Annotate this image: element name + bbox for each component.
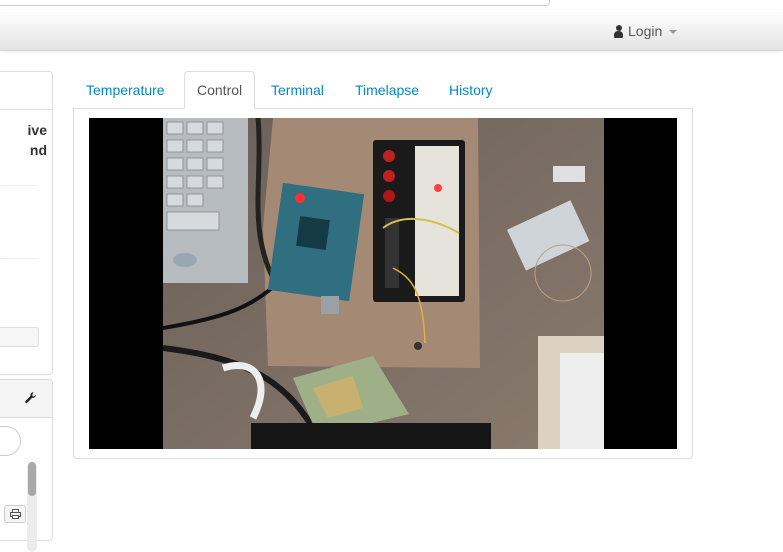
- tab-temperature[interactable]: Temperature: [74, 71, 177, 107]
- top-strip: [0, 0, 783, 10]
- webcam-image: [163, 118, 604, 449]
- sidebar-state-panel: ive nd: [0, 71, 53, 375]
- print-icon: [9, 509, 21, 519]
- tab-control[interactable]: Control: [184, 71, 256, 109]
- user-icon: [614, 24, 623, 38]
- caret-down-icon: [669, 29, 678, 34]
- panel-title: ive nd: [27, 122, 47, 158]
- webcam-stream: [89, 118, 677, 449]
- print-button[interactable]: [4, 505, 26, 523]
- sidebar-input[interactable]: [0, 327, 39, 347]
- sidebar-files-panel: [0, 379, 53, 552]
- login-label: Login: [628, 23, 663, 39]
- address-field[interactable]: [0, 0, 550, 6]
- tab-bar: Temperature Control Terminal Timelapse H…: [73, 71, 693, 109]
- scrollbar-thumb[interactable]: [28, 462, 36, 496]
- login-menu[interactable]: Login: [614, 22, 678, 40]
- wrench-icon[interactable]: [24, 391, 38, 405]
- tab-history[interactable]: History: [437, 71, 505, 107]
- tab-terminal[interactable]: Terminal: [259, 71, 336, 107]
- search-field[interactable]: [0, 426, 21, 456]
- tab-timelapse[interactable]: Timelapse: [343, 71, 431, 107]
- divider: [1, 185, 38, 186]
- navbar: Login: [0, 10, 783, 51]
- panel-header-divider: [1, 109, 52, 110]
- divider: [1, 258, 38, 259]
